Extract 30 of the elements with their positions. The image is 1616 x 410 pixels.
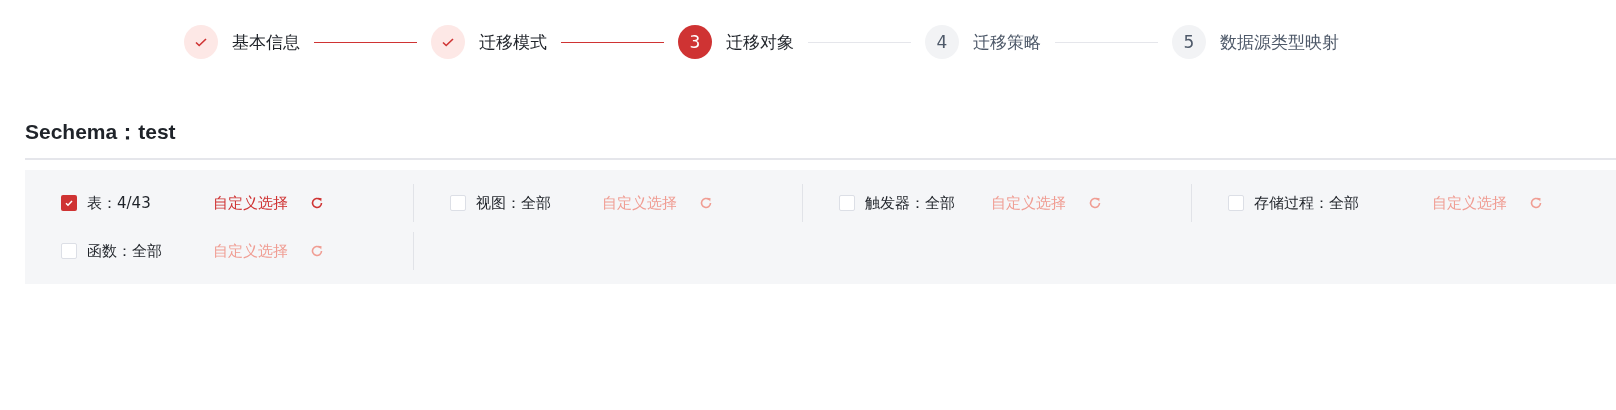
custom-select-link[interactable]: 自定义选择 [602,193,677,213]
checkbox[interactable] [61,195,77,211]
refresh-icon[interactable] [310,244,324,258]
step-label: 基本信息 [232,30,300,54]
step-marker: 3 [678,25,712,59]
step-label: 数据源类型映射 [1220,30,1339,54]
object-label: 视图：全部 [476,193,552,213]
custom-select-link[interactable]: 自定义选择 [1432,193,1507,213]
checkbox[interactable] [839,195,855,211]
custom-select-link[interactable]: 自定义选择 [213,193,288,213]
step-label: 迁移对象 [726,30,794,54]
checkbox[interactable] [61,243,77,259]
refresh-icon[interactable] [699,196,713,210]
custom-select-link[interactable]: 自定义选择 [991,193,1066,213]
step-label: 迁移模式 [479,30,547,54]
check-icon [64,198,74,208]
object-label: 表：4/43 [87,193,152,213]
object-label: 存储过程：全部 [1254,193,1360,213]
step-label: 迁移策略 [973,30,1041,54]
checkbox[interactable] [1228,195,1244,211]
refresh-icon[interactable] [310,196,324,210]
step-marker: 4 [925,25,959,59]
object-label: 触发器：全部 [865,193,956,213]
object-label: 函数：全部 [87,241,163,261]
step-marker: 5 [1172,25,1206,59]
checkbox[interactable] [450,195,466,211]
refresh-icon[interactable] [1088,196,1102,210]
refresh-icon[interactable] [1529,196,1543,210]
custom-select-link[interactable]: 自定义选择 [213,241,288,261]
schema-title: Sechema：test [25,118,1616,160]
